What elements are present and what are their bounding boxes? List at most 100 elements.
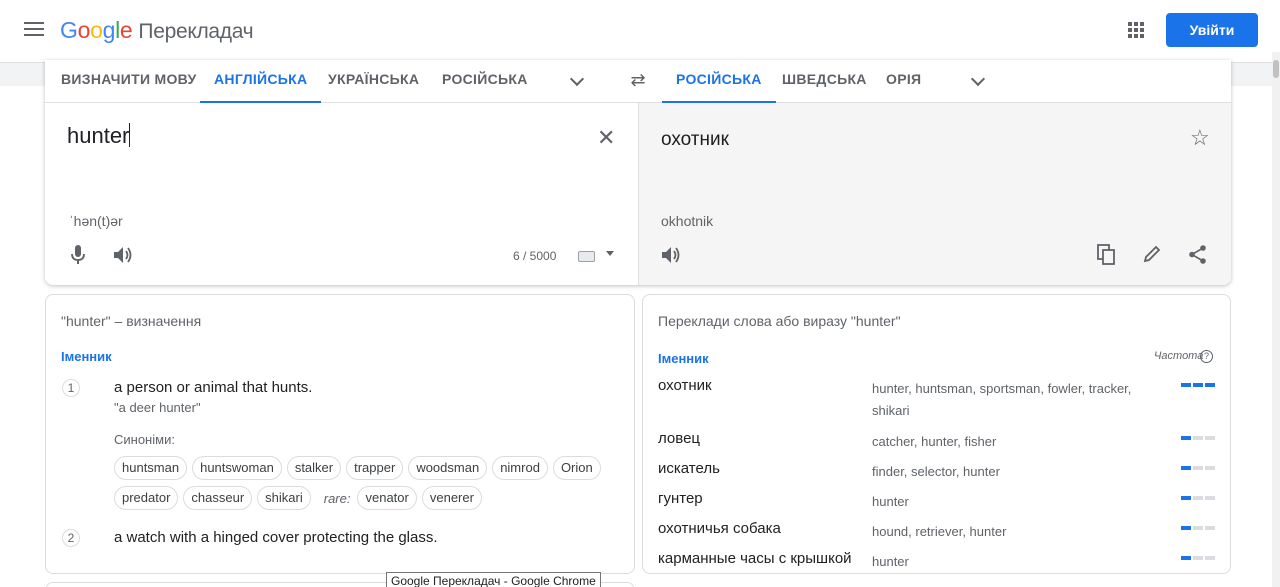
frequency-bar	[1205, 436, 1215, 440]
window-tooltip: Google Перекладач - Google Chrome	[386, 572, 601, 587]
tab-detect-language[interactable]: ВИЗНАЧИТИ МОВУ	[61, 60, 197, 103]
definition-number: 1	[62, 379, 80, 397]
logo-letter: o	[90, 17, 103, 43]
tab-target-russian[interactable]: РОСІЙСЬКА	[662, 60, 776, 103]
frequency-bars	[1181, 556, 1215, 560]
tab-source-ukrainian[interactable]: УКРАЇНСЬКА	[328, 60, 419, 103]
translation-output: охотник	[661, 129, 729, 150]
scrollbar-thumb[interactable]	[1273, 60, 1279, 78]
frequency-bar	[1193, 383, 1203, 387]
back-translations: hunter	[872, 494, 909, 509]
source-text: hunter	[67, 123, 130, 148]
frequency-bar	[1205, 466, 1215, 470]
synonym-chip[interactable]: huntsman	[114, 456, 188, 480]
product-name: Перекладач	[138, 20, 254, 43]
speaker-icon[interactable]	[662, 247, 682, 263]
share-icon[interactable]	[1188, 245, 1207, 264]
apps-icon[interactable]	[1128, 22, 1144, 38]
translations-title: Переклади слова або виразу "hunter"	[658, 313, 901, 329]
chevron-down-icon[interactable]	[970, 71, 986, 87]
synonym-chip[interactable]: Orion	[552, 456, 601, 480]
definitions-panel: "hunter" – визначення Іменник 1 a person…	[45, 294, 635, 574]
back-translations: hound, retriever, hunter	[872, 524, 1007, 539]
frequency-bar	[1181, 466, 1191, 470]
character-count: 6 / 5000	[513, 249, 557, 263]
translation-word: карманные часы с крышкой	[658, 550, 852, 567]
synonym-chip[interactable]: woodsman	[408, 456, 488, 480]
synonym-chip[interactable]: trapper	[346, 456, 404, 480]
tab-target-swedish[interactable]: ШВЕДСЬКА	[782, 60, 867, 103]
back-translations: hunter	[872, 554, 909, 569]
translation-word: охотник	[658, 377, 712, 394]
translator-card: ВИЗНАЧИТИ МОВУ АНГЛІЙСЬКА УКРАЇНСЬКА РОС…	[45, 60, 1231, 285]
scrollbar[interactable]	[1272, 52, 1280, 587]
frequency-bars	[1181, 383, 1215, 387]
copy-icon[interactable]	[1097, 244, 1115, 265]
back-translations: hunter, huntsman, sportsman, fowler, tra…	[872, 381, 1132, 418]
translation-word: ловец	[658, 430, 700, 447]
menu-icon[interactable]	[24, 22, 44, 38]
definition-text: a watch with a hinged cover protecting t…	[114, 529, 438, 546]
frequency-bar	[1193, 556, 1203, 560]
frequency-bar	[1205, 556, 1215, 560]
synonym-chip[interactable]: venerer	[421, 486, 482, 510]
frequency-bar	[1193, 496, 1203, 500]
synonym-chip[interactable]: chasseur	[183, 486, 253, 510]
back-translations: finder, selector, hunter	[872, 464, 1000, 479]
text-caret	[129, 123, 131, 147]
part-of-speech: Іменник	[61, 349, 112, 364]
frequency-bars	[1181, 526, 1215, 530]
frequency-bars	[1181, 436, 1215, 440]
frequency-bar	[1193, 526, 1203, 530]
frequency-bars	[1181, 496, 1215, 500]
help-icon[interactable]: ?	[1200, 350, 1213, 363]
frequency-bars	[1181, 466, 1215, 470]
keyboard-icon[interactable]	[578, 251, 595, 262]
language-bar: ВИЗНАЧИТИ МОВУ АНГЛІЙСЬКА УКРАЇНСЬКА РОС…	[45, 60, 1231, 103]
frequency-bar	[1193, 436, 1203, 440]
keyboard-menu-chevron-icon[interactable]	[606, 251, 614, 256]
target-transliteration: okhotnik	[661, 213, 714, 229]
part-of-speech: Іменник	[658, 351, 709, 366]
frequency-bar	[1181, 556, 1191, 560]
tab-source-russian[interactable]: РОСІЙСЬКА	[442, 60, 528, 103]
synonym-row: predator chasseur shikari rare: venator …	[114, 486, 624, 510]
mic-icon[interactable]	[71, 245, 85, 265]
frequency-bar	[1181, 383, 1191, 387]
frequency-bar	[1205, 526, 1215, 530]
frequency-label: Частота	[1154, 350, 1204, 362]
definition-text: a person or animal that hunts.	[114, 379, 313, 396]
logo-letter: g	[102, 17, 116, 43]
frequency-bar	[1181, 526, 1191, 530]
source-text-input[interactable]: hunter	[67, 123, 547, 149]
chevron-down-icon[interactable]	[569, 71, 585, 87]
definition-number: 2	[62, 529, 80, 547]
google-translate-logo[interactable]: Google Перекладач	[60, 17, 254, 44]
synonym-chip[interactable]: shikari	[257, 486, 311, 510]
back-translations: catcher, hunter, fisher	[872, 434, 997, 449]
logo-letter: o	[77, 17, 91, 43]
rare-label: rare:	[323, 490, 351, 506]
definitions-title: "hunter" – визначення	[61, 313, 202, 329]
target-panel: охотник ☆ okhotnik	[638, 103, 1231, 285]
frequency-bar	[1181, 436, 1191, 440]
sign-in-button[interactable]: Увійти	[1166, 13, 1258, 47]
speaker-icon[interactable]	[114, 247, 134, 263]
logo-letter: e	[119, 17, 133, 43]
tab-source-english[interactable]: АНГЛІЙСЬКА	[199, 60, 322, 103]
frequency-bar	[1205, 383, 1215, 387]
synonym-chip[interactable]: venator	[357, 486, 417, 510]
synonym-chip[interactable]: nimrod	[492, 456, 548, 480]
frequency-bar	[1181, 496, 1191, 500]
close-icon[interactable]: ✕	[597, 127, 615, 149]
star-icon[interactable]: ☆	[1190, 125, 1210, 151]
synonym-chip[interactable]: stalker	[286, 456, 342, 480]
source-panel: hunter ✕ ˈhən(t)ər 6 / 5000	[45, 103, 638, 285]
swap-icon[interactable]: ⇄	[627, 70, 649, 90]
synonym-row: huntsman huntswoman stalker trapper wood…	[114, 456, 624, 480]
frequency-bar	[1193, 466, 1203, 470]
synonym-chip[interactable]: predator	[114, 486, 179, 510]
synonym-chip[interactable]: huntswoman	[192, 456, 282, 480]
edit-icon[interactable]	[1143, 245, 1161, 263]
tab-target-oriya[interactable]: ОРІЯ	[886, 60, 921, 103]
